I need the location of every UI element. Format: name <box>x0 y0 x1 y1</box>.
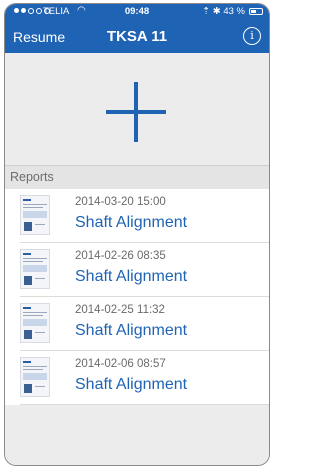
status-indicators: ⇡ ✱ 43 % <box>202 6 245 17</box>
navigation-bar: Resume TKSA 11 i <box>5 20 269 53</box>
resume-button[interactable]: Resume <box>13 29 65 45</box>
info-icon[interactable]: i <box>243 27 261 45</box>
report-title: Shaft Alignment <box>75 268 188 285</box>
status-bar: TELIA ◠ 09:48 ⇡ ✱ 43 % <box>5 4 269 20</box>
report-row[interactable]: 2014-02-06 08:57 Shaft Alignment <box>5 351 269 405</box>
phone-screen: TELIA ◠ 09:48 ⇡ ✱ 43 % Resume TKSA 11 i … <box>4 3 270 466</box>
add-report-area <box>5 53 269 165</box>
reports-list: 2014-03-20 15:00 Shaft Alignment 2014-02… <box>5 189 269 405</box>
report-row[interactable]: 2014-02-25 11:32 Shaft Alignment <box>5 297 269 351</box>
report-date: 2014-02-06 08:57 <box>75 358 166 370</box>
report-date: 2014-02-25 11:32 <box>75 304 165 316</box>
report-date: 2014-02-26 08:35 <box>75 250 166 262</box>
report-thumbnail-icon <box>20 357 50 397</box>
report-title: Shaft Alignment <box>75 322 188 339</box>
report-thumbnail-icon <box>20 195 50 235</box>
report-title: Shaft Alignment <box>75 376 188 393</box>
report-row[interactable]: 2014-03-20 15:00 Shaft Alignment <box>5 189 269 243</box>
report-thumbnail-icon <box>20 303 50 343</box>
report-thumbnail-icon <box>20 249 50 289</box>
report-date: 2014-03-20 15:00 <box>75 196 166 208</box>
empty-area <box>5 405 269 465</box>
reports-section-header: Reports <box>5 165 269 189</box>
report-title: Shaft Alignment <box>75 214 188 231</box>
battery-icon <box>249 8 263 15</box>
plus-icon[interactable] <box>106 82 166 142</box>
report-row[interactable]: 2014-02-26 08:35 Shaft Alignment <box>5 243 269 297</box>
